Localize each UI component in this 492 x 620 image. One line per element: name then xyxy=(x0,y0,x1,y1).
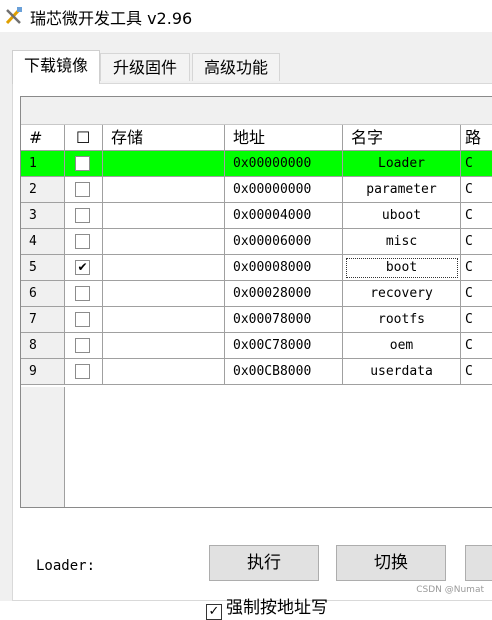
row-path[interactable]: C xyxy=(461,359,492,385)
row-check-cell xyxy=(65,203,103,229)
row-checkbox[interactable] xyxy=(75,338,90,353)
row-storage[interactable] xyxy=(103,177,225,203)
row-address[interactable]: 0x00000000 xyxy=(225,151,343,177)
row-checkbox[interactable] xyxy=(75,156,90,171)
row-storage[interactable] xyxy=(103,307,225,333)
row-number: 6 xyxy=(21,281,65,307)
title-bar: 瑞芯微开发工具 v2.96 xyxy=(0,0,492,32)
table-row[interactable]: 9 0x00CB8000 userdata C xyxy=(21,359,492,385)
tab-download-image[interactable]: 下载镜像 xyxy=(12,50,100,84)
force-address-write[interactable]: ✓ 强制按地址写 xyxy=(206,593,328,620)
row-check-cell xyxy=(65,177,103,203)
table-row[interactable]: 7 0x00078000 rootfs C xyxy=(21,307,492,333)
row-storage[interactable] xyxy=(103,203,225,229)
row-path[interactable]: C xyxy=(461,177,492,203)
header-check[interactable]: ☐ xyxy=(65,125,103,151)
row-path[interactable]: C xyxy=(461,229,492,255)
header-address[interactable]: 地址 xyxy=(225,125,343,151)
watermark: CSDN @Numat xyxy=(416,585,484,595)
row-name[interactable]: rootfs xyxy=(343,307,461,333)
row-checkbox[interactable] xyxy=(75,286,90,301)
table-row[interactable]: 8 0x00C78000 oem C xyxy=(21,333,492,359)
row-address[interactable]: 0x00028000 xyxy=(225,281,343,307)
row-check-cell xyxy=(65,151,103,177)
header-check-box[interactable]: ☐ xyxy=(76,125,90,150)
row-storage[interactable] xyxy=(103,281,225,307)
row-path[interactable]: C xyxy=(461,333,492,359)
row-path[interactable]: C xyxy=(461,307,492,333)
row-check-cell xyxy=(65,359,103,385)
row-storage[interactable] xyxy=(103,359,225,385)
row-name[interactable]: recovery xyxy=(343,281,461,307)
row-name[interactable]: uboot xyxy=(343,203,461,229)
row-check-cell xyxy=(65,333,103,359)
row-path[interactable]: C xyxy=(461,255,492,281)
row-address[interactable]: 0x00000000 xyxy=(225,177,343,203)
row-storage[interactable] xyxy=(103,151,225,177)
row-address[interactable]: 0x00CB8000 xyxy=(225,359,343,385)
switch-button[interactable]: 切换 xyxy=(336,545,446,581)
force-address-checkbox[interactable]: ✓ xyxy=(206,604,222,620)
window-title: 瑞芯微开发工具 v2.96 xyxy=(30,9,193,28)
tab-upgrade-firmware[interactable]: 升级固件 xyxy=(100,53,190,81)
header-name[interactable]: 名字 xyxy=(343,125,461,151)
header-storage[interactable]: 存储 xyxy=(103,125,225,151)
table-header: # ☐ 存储 地址 名字 路 xyxy=(21,125,492,151)
row-name[interactable]: userdata xyxy=(343,359,461,385)
row-check-cell xyxy=(65,281,103,307)
row-number: 3 xyxy=(21,203,65,229)
row-path[interactable]: C xyxy=(461,203,492,229)
row-storage[interactable] xyxy=(103,333,225,359)
row-number: 1 xyxy=(21,151,65,177)
row-name[interactable]: misc xyxy=(343,229,461,255)
row-name[interactable]: oem xyxy=(343,333,461,359)
status-label: Loader: xyxy=(36,558,96,574)
row-name[interactable]: parameter xyxy=(343,177,461,203)
table-row[interactable]: 2 0x00000000 parameter C xyxy=(21,177,492,203)
row-checkbox[interactable] xyxy=(75,208,90,223)
table-row[interactable]: 5 ✔ 0x00008000 boot C xyxy=(21,255,492,281)
row-address[interactable]: 0x00078000 xyxy=(225,307,343,333)
table-row[interactable]: 3 0x00004000 uboot C xyxy=(21,203,492,229)
row-number-gutter xyxy=(21,387,65,507)
row-address[interactable]: 0x00C78000 xyxy=(225,333,343,359)
row-name[interactable]: boot xyxy=(343,255,461,281)
row-address[interactable]: 0x00006000 xyxy=(225,229,343,255)
row-check-cell xyxy=(65,307,103,333)
row-path[interactable]: C xyxy=(461,151,492,177)
row-checkbox[interactable] xyxy=(75,312,90,327)
row-address[interactable]: 0x00008000 xyxy=(225,255,343,281)
row-number: 2 xyxy=(21,177,65,203)
row-number: 9 xyxy=(21,359,65,385)
tools-icon xyxy=(5,7,22,25)
row-number: 7 xyxy=(21,307,65,333)
row-check-cell: ✔ xyxy=(65,255,103,281)
run-button[interactable]: 执行 xyxy=(209,545,319,581)
row-checkbox[interactable]: ✔ xyxy=(75,260,90,275)
partition-list[interactable]: # ☐ 存储 地址 名字 路 1 0x00000000 Loader C 2 0… xyxy=(20,96,492,508)
row-address[interactable]: 0x00004000 xyxy=(225,203,343,229)
row-checkbox[interactable] xyxy=(75,234,90,249)
header-num: # xyxy=(21,125,65,151)
header-path[interactable]: 路 xyxy=(461,125,492,151)
row-storage[interactable] xyxy=(103,255,225,281)
next-button[interactable] xyxy=(465,545,492,581)
force-address-label[interactable]: 强制按地址写 xyxy=(226,598,328,618)
row-path[interactable]: C xyxy=(461,281,492,307)
row-check-cell xyxy=(65,229,103,255)
row-storage[interactable] xyxy=(103,229,225,255)
row-number: 5 xyxy=(21,255,65,281)
row-checkbox[interactable] xyxy=(75,182,90,197)
table-row[interactable]: 6 0x00028000 recovery C xyxy=(21,281,492,307)
tab-advanced-functions[interactable]: 高级功能 xyxy=(192,53,280,81)
main-window: 下载镜像 升级固件 高级功能 # ☐ 存储 地址 名字 路 1 0x000000… xyxy=(0,32,492,620)
row-number: 8 xyxy=(21,333,65,359)
row-name[interactable]: Loader xyxy=(343,151,461,177)
row-checkbox[interactable] xyxy=(75,364,90,379)
table-row[interactable]: 1 0x00000000 Loader C xyxy=(21,151,492,177)
list-top-bar xyxy=(21,97,492,125)
table-row[interactable]: 4 0x00006000 misc C xyxy=(21,229,492,255)
row-number: 4 xyxy=(21,229,65,255)
